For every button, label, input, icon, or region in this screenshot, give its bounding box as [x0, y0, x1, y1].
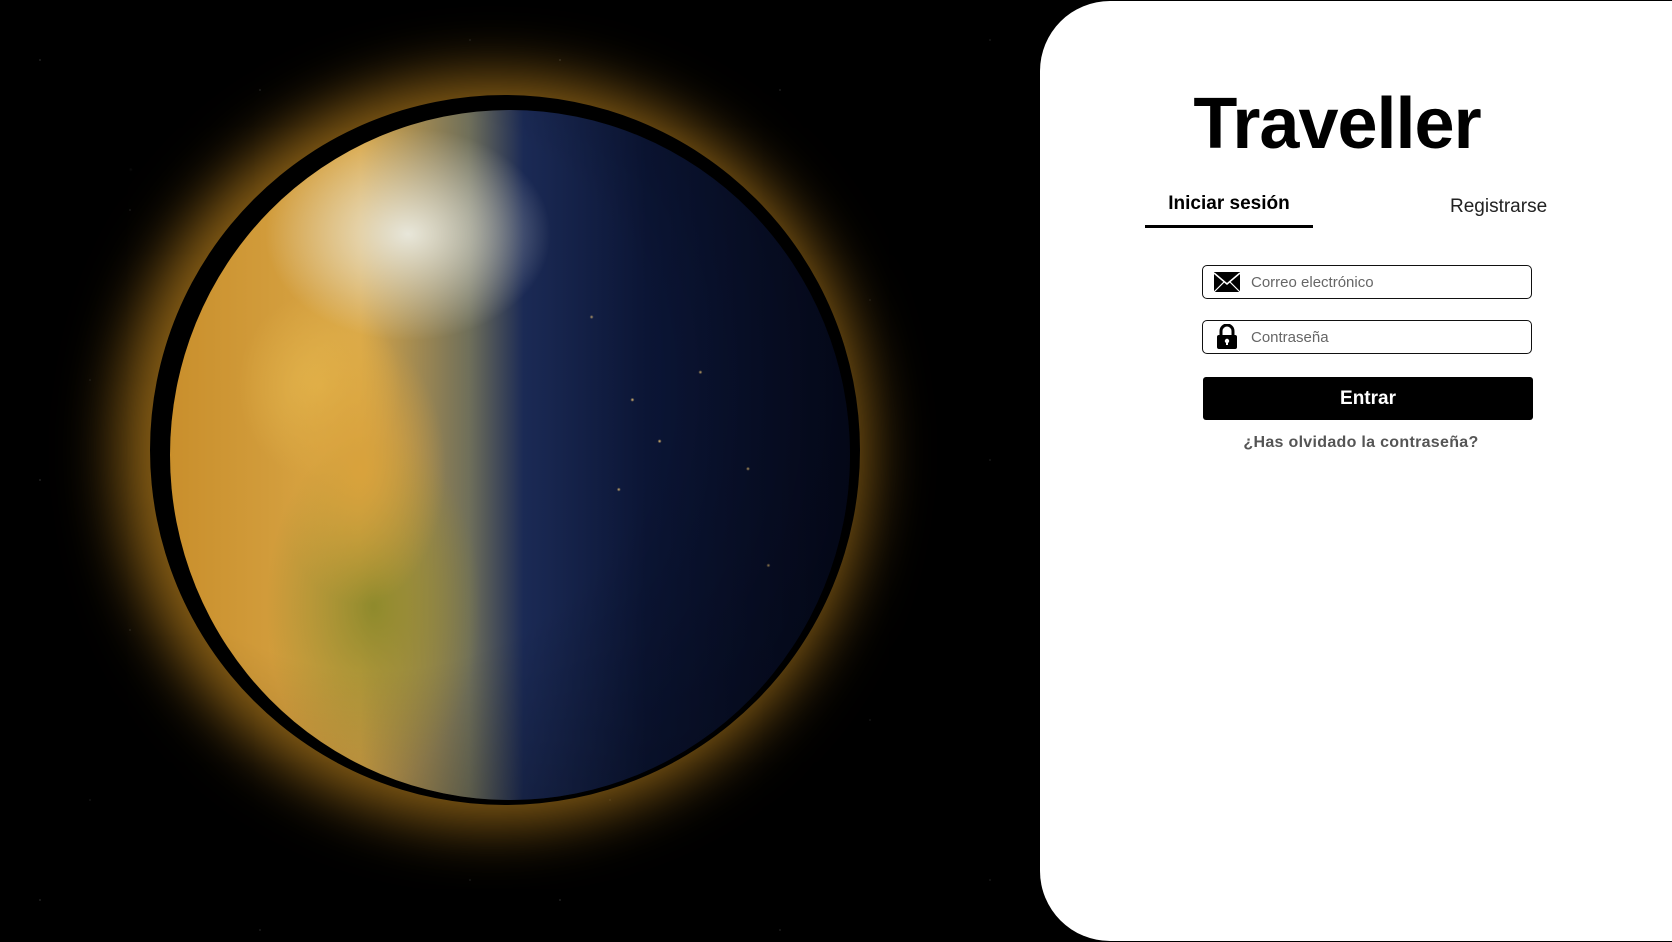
forgot-password-link[interactable]: ¿Has olvidado la contraseña? [1040, 434, 1672, 452]
auth-panel: Traveller Iniciar sesión Registrarse Cor… [1040, 1, 1672, 941]
tab-register[interactable]: Registrarse [1450, 196, 1547, 218]
login-submit-button[interactable]: Entrar [1203, 377, 1533, 420]
email-input[interactable] [1247, 273, 1531, 291]
globe-shading [170, 110, 850, 800]
tab-login[interactable]: Iniciar sesión [1145, 193, 1313, 228]
earth-globe [170, 110, 850, 800]
hero-earth-image [0, 0, 1090, 942]
login-page: Traveller Iniciar sesión Registrarse Cor… [0, 0, 1672, 942]
app-title: Traveller [1193, 84, 1481, 164]
password-input[interactable] [1247, 328, 1531, 346]
email-field[interactable] [1202, 265, 1532, 299]
envelope-icon [1203, 271, 1247, 293]
password-field[interactable] [1202, 320, 1532, 354]
lock-icon [1203, 324, 1247, 350]
